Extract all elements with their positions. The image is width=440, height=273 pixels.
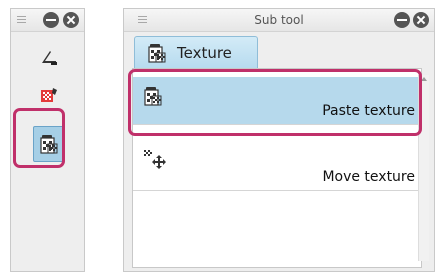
subtool-panel: Sub tool Texture Paste texture Move text…	[123, 8, 435, 272]
minimize-icon[interactable]	[43, 12, 59, 28]
close-icon[interactable]	[63, 12, 79, 28]
subtool-titlebar[interactable]: Sub tool	[124, 9, 434, 32]
menu-grip-icon[interactable]	[17, 15, 26, 25]
pattern-fill-icon[interactable]	[39, 85, 59, 105]
ruler-pen-icon[interactable]	[39, 47, 59, 67]
texture-icon	[147, 42, 167, 68]
move-texture-icon	[143, 149, 166, 169]
tool-palette-titlebar[interactable]	[11, 9, 84, 32]
close-icon[interactable]	[413, 12, 429, 28]
tool-highlight-frame	[13, 108, 65, 168]
minimize-icon[interactable]	[394, 12, 410, 28]
list-item-move-texture[interactable]: Move texture	[133, 143, 421, 191]
tab-label: Texture	[177, 44, 232, 62]
item-label: Move texture	[322, 169, 415, 185]
subtool-highlight-frame	[128, 69, 422, 136]
tab-texture[interactable]: Texture	[134, 36, 258, 68]
panel-title: Sub tool	[254, 13, 304, 27]
